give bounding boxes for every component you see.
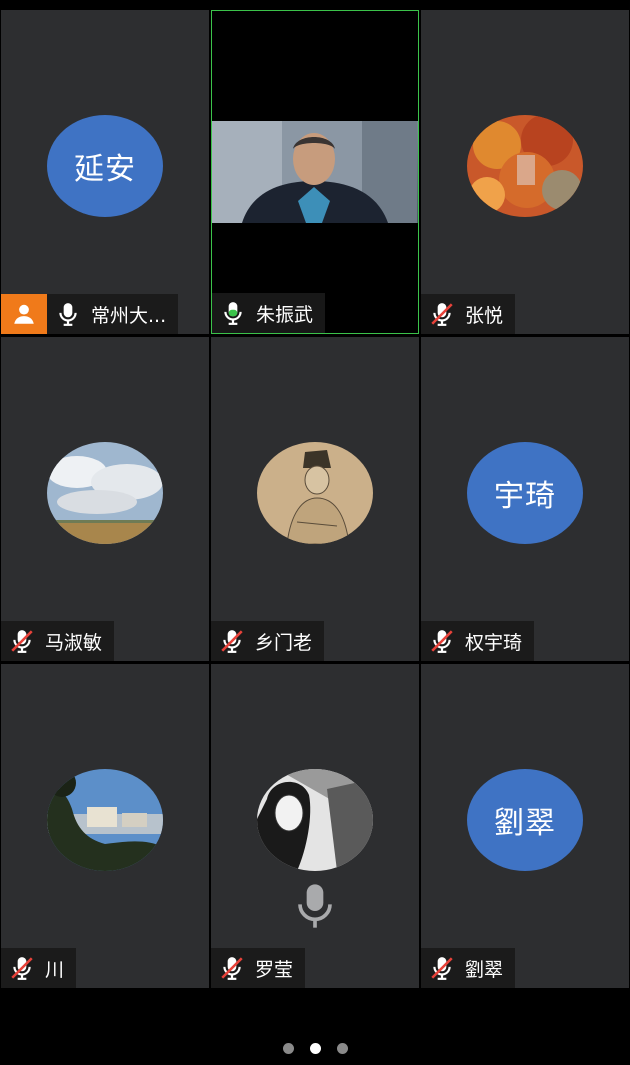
- host-person-icon: [14, 304, 34, 324]
- host-badge: [1, 294, 47, 334]
- participant-tile[interactable]: 劉翠 劉翠: [421, 664, 629, 988]
- name-bar: 罗莹: [211, 948, 306, 988]
- participant-name: 马淑敏: [45, 631, 103, 654]
- name-bar: 乡门老: [211, 621, 325, 661]
- page-indicator[interactable]: [0, 1043, 630, 1059]
- participant-name: 川: [45, 958, 65, 981]
- participant-name: 劉翠: [465, 958, 504, 981]
- participant-tile[interactable]: 乡门老: [211, 337, 419, 661]
- microphone-active-icon: [220, 300, 246, 326]
- video-frame: [212, 121, 417, 223]
- participant-tile[interactable]: 宇琦 权宇琦: [421, 337, 629, 661]
- participant-tile[interactable]: 罗莹: [211, 664, 419, 988]
- microphone-muted-icon: [429, 955, 455, 981]
- participant-name: 权宇琦: [465, 631, 523, 654]
- participant-name: 常州大...: [91, 304, 167, 327]
- name-bar: 朱振武: [212, 293, 326, 333]
- avatar-image-autumn-leaves: [467, 114, 583, 217]
- avatar: 延安: [47, 114, 163, 217]
- avatar-image-ink-portrait: [257, 441, 373, 544]
- name-bar: 权宇琦: [421, 621, 535, 661]
- page-dot-3[interactable]: [336, 1043, 348, 1054]
- participant-grid: 延安 常州大... 朱振武 张悦 马淑敏 乡门老 宇琦 权宇琦 川 罗莹 劉翠 …: [0, 10, 630, 988]
- participant-tile[interactable]: 川: [1, 664, 209, 988]
- page-dot-1[interactable]: [282, 1043, 294, 1054]
- avatar-initials: 延安: [74, 151, 136, 187]
- microphone-muted-icon: [219, 955, 245, 981]
- avatar-image-bw-portrait: [257, 768, 373, 871]
- name-bar: 马淑敏: [1, 621, 115, 661]
- participant-name: 张悦: [465, 304, 504, 327]
- avatar-image-city-hill: [47, 768, 163, 871]
- page-dot-2-current[interactable]: [309, 1043, 321, 1054]
- avatar: 宇琦: [467, 441, 583, 544]
- name-bar: 张悦: [421, 294, 516, 334]
- name-bar: 常州大...: [1, 294, 179, 334]
- microphone-muted-icon: [429, 628, 455, 654]
- participant-name: 朱振武: [256, 303, 314, 326]
- microphone-muted-icon: [9, 955, 35, 981]
- avatar: 劉翠: [467, 768, 583, 871]
- participant-tile-active[interactable]: 朱振武: [211, 10, 419, 334]
- name-bar: 川: [1, 948, 77, 988]
- participant-tile[interactable]: 张悦: [421, 10, 629, 334]
- participant-name: 罗莹: [255, 958, 294, 981]
- avatar-image-clouds-field: [47, 441, 163, 544]
- video-feed: [212, 121, 418, 223]
- microphone-icon: [298, 884, 332, 928]
- avatar-initials: 宇琦: [494, 478, 556, 514]
- avatar-initials: 劉翠: [494, 805, 556, 841]
- microphone-muted-icon: [429, 301, 455, 327]
- name-bar: 劉翠: [421, 948, 516, 988]
- participant-tile[interactable]: 延安 常州大...: [1, 10, 209, 334]
- microphone-icon: [55, 301, 81, 327]
- participant-tile[interactable]: 马淑敏: [1, 337, 209, 661]
- microphone-muted-icon: [219, 628, 245, 654]
- participant-name: 乡门老: [255, 631, 313, 654]
- microphone-muted-icon: [9, 628, 35, 654]
